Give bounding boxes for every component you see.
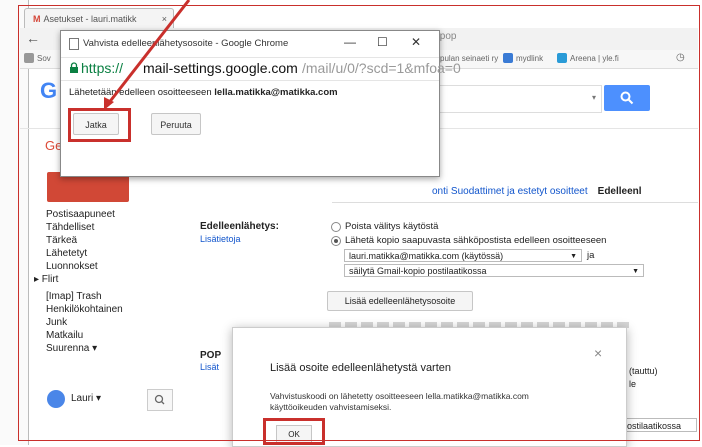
annotation-frame	[18, 5, 700, 441]
